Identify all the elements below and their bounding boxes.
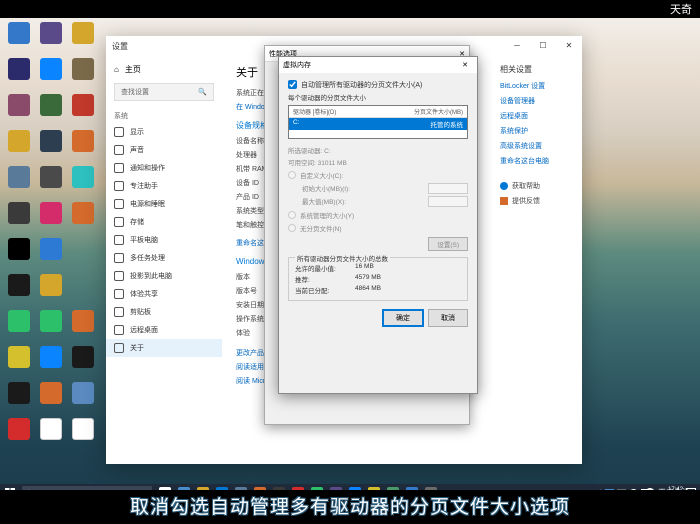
minimize-button[interactable]: ─ xyxy=(504,36,530,54)
nav-header: 系统 xyxy=(106,105,222,123)
subtitle-bar: 取消勾选自动管理多有驱动器的分页文件大小选项 xyxy=(0,490,700,524)
close-button[interactable]: ✕ xyxy=(556,36,582,54)
ok-button[interactable]: 确定 xyxy=(382,309,424,327)
nav-shared[interactable]: 体验共享 xyxy=(106,285,222,303)
no-paging-radio xyxy=(288,224,296,232)
feedback-link[interactable]: 提供反馈 xyxy=(500,196,576,206)
nav-multitask[interactable]: 多任务处理 xyxy=(106,249,222,267)
vm-close-button[interactable]: ✕ xyxy=(457,61,473,69)
nav-about[interactable]: 关于 xyxy=(106,339,222,357)
drive-row[interactable]: C:托管的系统 xyxy=(289,118,467,130)
nav-storage[interactable]: 存储 xyxy=(106,213,222,231)
search-icon: 🔍 xyxy=(198,88,207,96)
initial-size-input xyxy=(428,183,468,194)
system-protection-link[interactable]: 系统保护 xyxy=(500,126,576,136)
maximize-button[interactable]: ☐ xyxy=(530,36,556,54)
home-icon: ⌂ xyxy=(114,65,119,74)
nav-power[interactable]: 电源和睡眠 xyxy=(106,195,222,213)
set-button: 设置(S) xyxy=(428,237,468,251)
rename-link[interactable]: 重命名这台电脑 xyxy=(500,156,576,166)
bitlocker-link[interactable]: BitLocker 设置 xyxy=(500,81,576,91)
nav-search[interactable]: 查找设置🔍 xyxy=(114,83,214,101)
cancel-button[interactable]: 取消 xyxy=(428,309,468,327)
managed-radio xyxy=(288,211,296,219)
nav-clipboard[interactable]: 剪贴板 xyxy=(106,303,222,321)
help-link[interactable]: 获取帮助 xyxy=(500,181,576,191)
top-brand: 天奇 xyxy=(670,1,692,17)
auto-manage-label: 自动管理所有驱动器的分页文件大小(A) xyxy=(301,80,422,90)
auto-manage-checkbox[interactable] xyxy=(288,80,297,89)
virtual-memory-dialog: 虚拟内存✕ 自动管理所有驱动器的分页文件大小(A) 每个驱动器的分页文件大小 驱… xyxy=(278,56,478,394)
nav-tablet[interactable]: 平板电脑 xyxy=(106,231,222,249)
vm-title: 虚拟内存 xyxy=(283,60,311,70)
settings-title: 设置 xyxy=(112,41,128,52)
nav-project[interactable]: 投影到此电脑 xyxy=(106,267,222,285)
custom-size-radio xyxy=(288,171,296,179)
max-size-input xyxy=(428,196,468,207)
drive-list[interactable]: 驱动器 [卷标](D)分页文件大小(MB) C:托管的系统 xyxy=(288,105,468,139)
nav-remote[interactable]: 远程桌面 xyxy=(106,321,222,339)
nav-home[interactable]: ⌂主页 xyxy=(106,60,222,79)
nav-focus[interactable]: 专注助手 xyxy=(106,177,222,195)
device-manager-link[interactable]: 设备管理器 xyxy=(500,96,576,106)
remote-desktop-link[interactable]: 远程桌面 xyxy=(500,111,576,121)
nav-sound[interactable]: 声音 xyxy=(106,141,222,159)
nav-notifications[interactable]: 通知和操作 xyxy=(106,159,222,177)
nav-display[interactable]: 显示 xyxy=(106,123,222,141)
settings-nav: ⌂主页 查找设置🔍 系统 显示 声音 通知和操作 专注助手 电源和睡眠 存储 平… xyxy=(106,56,222,464)
settings-right-panel: 相关设置 BitLocker 设置 设备管理器 远程桌面 系统保护 高级系统设置… xyxy=(494,56,582,464)
subtitle-text: 取消勾选自动管理多有驱动器的分页文件大小选项 xyxy=(130,492,570,519)
advanced-settings-link[interactable]: 高级系统设置 xyxy=(500,141,576,151)
